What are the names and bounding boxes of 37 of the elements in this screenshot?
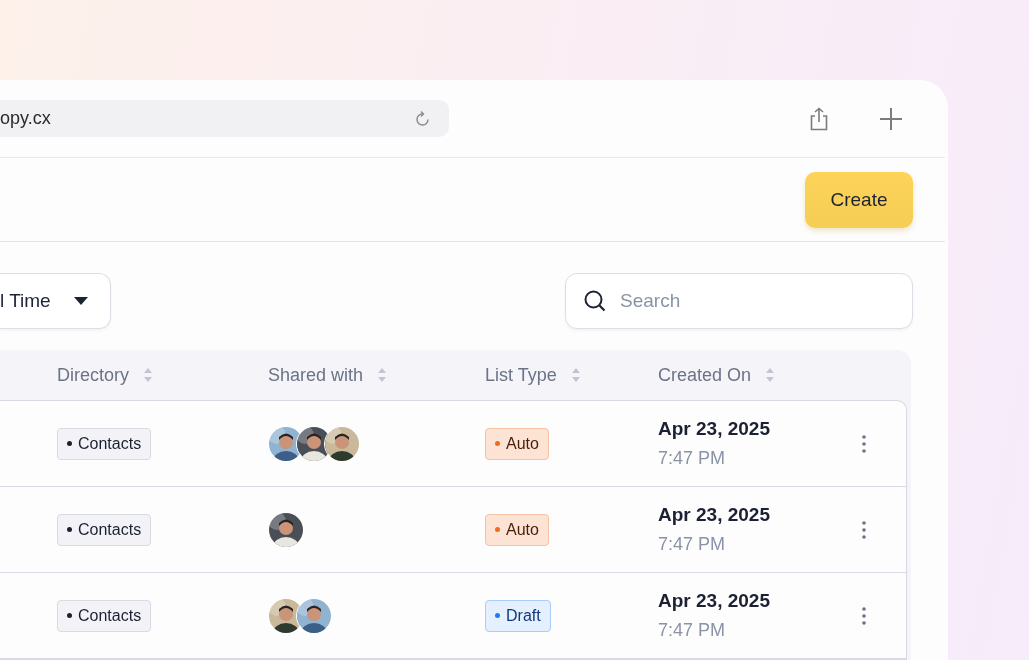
column-header: Directory (57, 364, 129, 386)
created-time: 7:47 PM (658, 448, 727, 469)
list-type-label: Auto (506, 520, 539, 539)
caret-icon (74, 297, 88, 305)
bullet-icon (495, 613, 500, 618)
created-date: Apr 23, 2025 (658, 418, 771, 440)
more-icon (862, 606, 866, 625)
reload-icon[interactable] (415, 109, 431, 128)
plus-icon (879, 106, 903, 131)
more-icon (862, 434, 866, 453)
date-range-dropdown[interactable]: l Time (0, 273, 111, 329)
column-header: Shared with (268, 364, 364, 386)
created-date: Apr 23, 2025 (658, 590, 771, 612)
directory-label: Contacts (78, 520, 142, 539)
share-icon (809, 106, 829, 131)
address-bar[interactable]: opy.cx (0, 100, 449, 138)
bullet-icon (67, 613, 72, 618)
created-time: 7:47 PM (658, 534, 727, 555)
search-field[interactable]: Search (565, 273, 913, 329)
bullet-icon (67, 441, 72, 446)
created-date: Apr 23, 2025 (658, 504, 771, 526)
search-icon (583, 289, 607, 313)
more-icon (862, 520, 866, 539)
create-button[interactable]: Create (805, 171, 913, 228)
created-time: 7:47 PM (658, 620, 727, 641)
column-header: Created On (658, 364, 752, 386)
list-type-label: Draft (506, 606, 541, 625)
directory-label: Contacts (78, 606, 142, 625)
share-button[interactable] (809, 106, 829, 131)
new-tab-button[interactable] (879, 106, 903, 131)
url-text: opy.cx (0, 108, 51, 130)
list-type-label: Auto (506, 434, 539, 453)
bullet-icon (67, 527, 72, 532)
column-header: List Type (485, 364, 557, 386)
bullet-icon (495, 527, 500, 532)
directory-label: Contacts (78, 434, 142, 453)
bullet-icon (495, 441, 500, 446)
